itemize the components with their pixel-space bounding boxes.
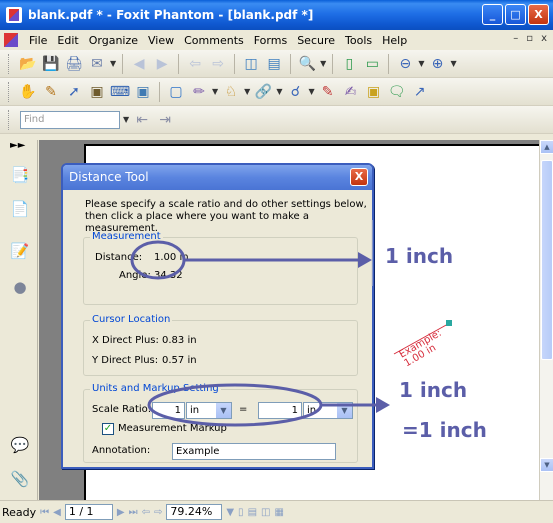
status-bar: Ready ⏮ ◀ 1 / 1 ▶ ⏭ ⇦ ⇨ 79.24% ▼ ▯ ▤ ◫ ▦ (0, 500, 553, 523)
facing-view-icon[interactable]: ◫ (261, 507, 270, 518)
continuous-view-icon[interactable]: ▤ (248, 507, 257, 518)
last-page-icon[interactable]: ⏭ (129, 507, 138, 518)
continuous-facing-view-icon[interactable]: ▦ (274, 507, 283, 518)
next-page-status-icon[interactable]: ▶ (117, 507, 125, 518)
callout-overlay (130, 220, 390, 427)
distance-arrowhead (358, 252, 372, 268)
scale-callout-line1: 1 inch (399, 378, 468, 402)
one-inch-callout: 1 inch (385, 244, 454, 268)
single-page-view-icon[interactable]: ▯ (238, 507, 244, 518)
prev-page-icon[interactable]: ◀ (53, 507, 61, 518)
zoom-dropdown-icon[interactable]: ▼ (226, 507, 234, 518)
distance-highlight-ellipse (130, 240, 186, 280)
scale-callout-line2: =1 inch (402, 418, 487, 442)
scale-ratio-highlight-ellipse (147, 383, 323, 427)
zoom-level-input[interactable]: 79.24% (166, 504, 223, 520)
page-number-input[interactable]: 1 / 1 (64, 504, 113, 520)
scale-arrowhead (376, 397, 390, 413)
back-view-icon[interactable]: ⇦ (142, 507, 150, 518)
first-page-icon[interactable]: ⏮ (40, 507, 49, 518)
forward-view-icon[interactable]: ⇨ (154, 507, 162, 518)
status-text: Ready (2, 505, 37, 519)
